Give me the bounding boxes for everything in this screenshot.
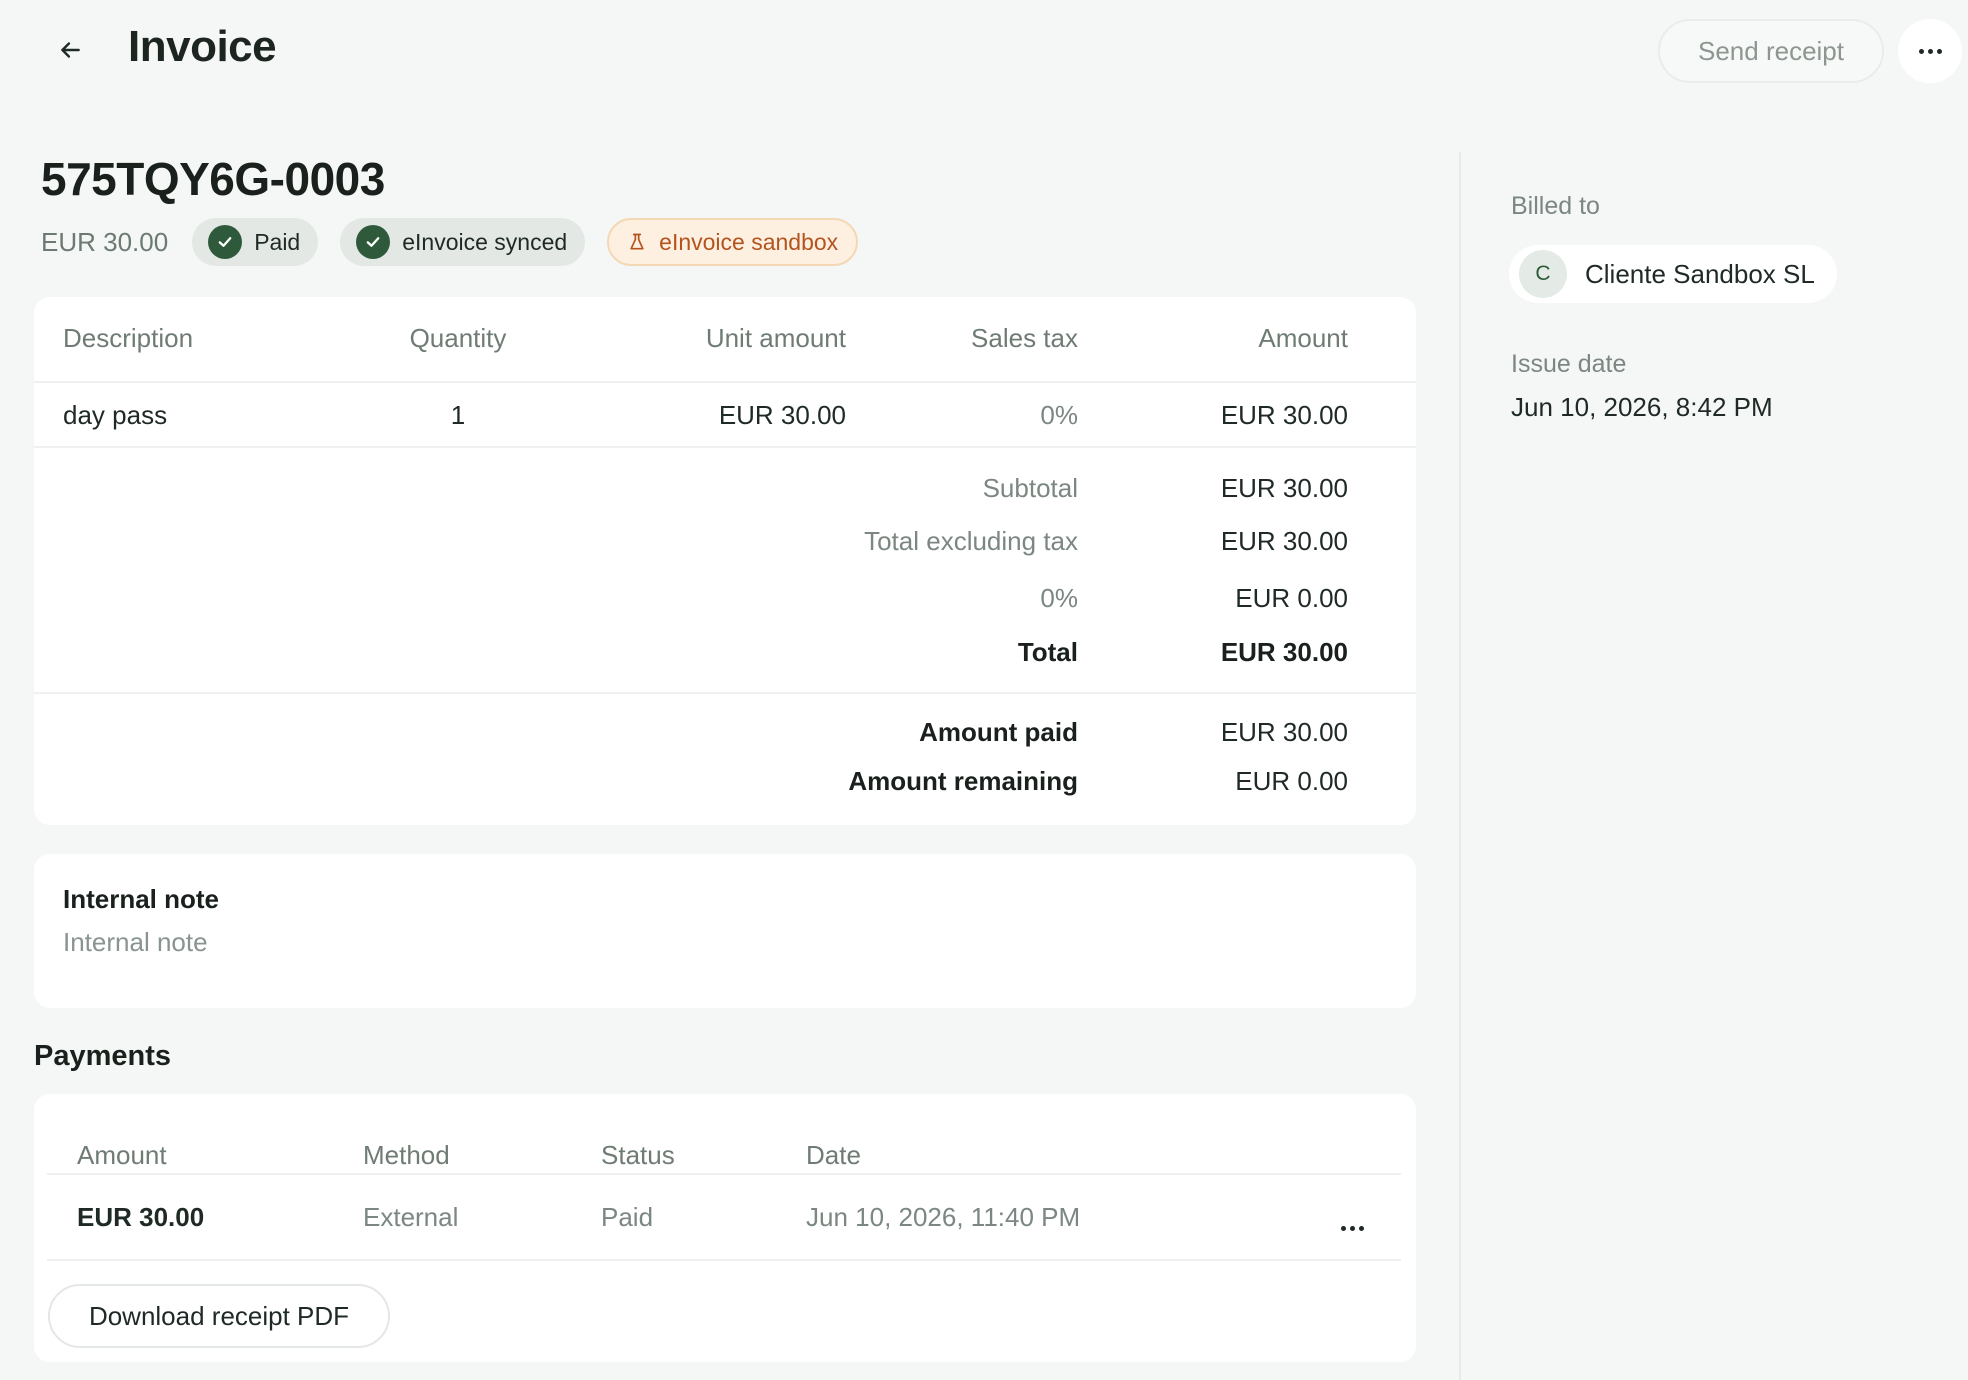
row-divider	[34, 381, 1416, 383]
page-title: Invoice	[128, 22, 277, 71]
column-header-amount: Amount	[1258, 323, 1348, 353]
back-button[interactable]	[46, 26, 94, 74]
item-sales-tax: 0%	[1040, 400, 1078, 430]
invoice-number: 575TQY6G-0003	[41, 153, 385, 205]
item-unit-amount: EUR 30.00	[718, 400, 846, 430]
internal-note-title: Internal note	[63, 884, 220, 914]
row-divider	[34, 692, 1416, 694]
arrow-left-icon	[61, 42, 80, 58]
payment-amount: EUR 30.00	[77, 1202, 205, 1232]
total-label: Total	[1017, 637, 1078, 667]
row-divider	[47, 1173, 1401, 1175]
payments-column-date: Date	[806, 1140, 861, 1170]
send-receipt-button[interactable]: Send receipt	[1658, 19, 1884, 83]
payment-date: Jun 10, 2026, 11:40 PM	[806, 1202, 1081, 1232]
total-excl-tax-label: Total excluding tax	[864, 526, 1078, 556]
column-header-sales-tax: Sales tax	[971, 323, 1078, 353]
item-amount: EUR 30.00	[1220, 400, 1348, 430]
check-icon	[208, 225, 243, 259]
invoice-amount: EUR 30.00	[41, 226, 169, 257]
page-header: Invoice Send receipt	[0, 0, 1968, 104]
flask-icon	[630, 233, 644, 250]
paid-badge: Paid	[192, 218, 319, 266]
billed-to-label: Billed to	[1511, 192, 1600, 220]
column-header-description: Description	[63, 323, 194, 353]
payments-column-status: Status	[601, 1140, 675, 1170]
invoice-meta-row: EUR 30.00 Paid eInvoice synced eInvoice …	[41, 218, 859, 266]
row-divider	[47, 1259, 1401, 1261]
column-header-unit-amount: Unit amount	[705, 323, 846, 353]
check-icon	[356, 225, 391, 259]
line-items-card: Description Quantity Unit amount Sales t…	[34, 297, 1416, 825]
issue-date-label: Issue date	[1511, 350, 1627, 378]
total-value: EUR 30.00	[1220, 637, 1348, 667]
amount-remaining-label: Amount remaining	[848, 766, 1078, 796]
issue-date-value: Jun 10, 2026, 8:42 PM	[1511, 392, 1773, 422]
subtotal-label: Subtotal	[982, 473, 1078, 503]
tax-rate-label: 0%	[1040, 583, 1078, 613]
customer-name: Cliente Sandbox SL	[1585, 258, 1815, 289]
payment-method: External	[363, 1202, 459, 1232]
payments-column-amount: Amount	[77, 1140, 167, 1170]
einvoice-sandbox-label: eInvoice sandbox	[659, 228, 839, 255]
payments-heading: Payments	[34, 1040, 172, 1072]
subtotal-value: EUR 30.00	[1220, 473, 1348, 503]
amount-paid-label: Amount paid	[919, 717, 1078, 747]
einvoice-synced-label: eInvoice synced	[402, 228, 568, 255]
einvoice-sandbox-badge: eInvoice sandbox	[607, 218, 859, 266]
download-receipt-pdf-button[interactable]: Download receipt PDF	[48, 1284, 390, 1348]
einvoice-synced-badge: eInvoice synced	[340, 218, 586, 266]
payment-row-more-button[interactable]	[1328, 1204, 1376, 1252]
total-excl-tax-value: EUR 30.00	[1220, 526, 1348, 556]
column-header-quantity: Quantity	[409, 323, 507, 353]
item-quantity: 1	[450, 400, 466, 430]
payments-card: Amount Method Status Date EUR 30.00 Exte…	[34, 1094, 1416, 1362]
more-horizontal-icon	[1918, 48, 1942, 54]
header-more-button[interactable]	[1898, 19, 1962, 83]
item-description: day pass	[63, 400, 168, 430]
amount-remaining-value: EUR 0.00	[1235, 766, 1348, 796]
tax-value: EUR 0.00	[1235, 583, 1348, 613]
internal-note-card[interactable]: Internal note Internal note	[34, 854, 1416, 1008]
payment-status: Paid	[601, 1202, 654, 1232]
customer-chip[interactable]: C Cliente Sandbox SL	[1509, 245, 1837, 303]
amount-paid-value: EUR 30.00	[1220, 717, 1348, 747]
avatar: C	[1519, 250, 1567, 298]
more-horizontal-icon	[1340, 1225, 1364, 1231]
internal-note-input[interactable]: Internal note	[63, 927, 208, 958]
paid-badge-label: Paid	[254, 228, 301, 255]
payments-column-method: Method	[363, 1140, 450, 1170]
row-divider	[34, 446, 1416, 448]
side-panel-divider	[1459, 152, 1461, 1380]
